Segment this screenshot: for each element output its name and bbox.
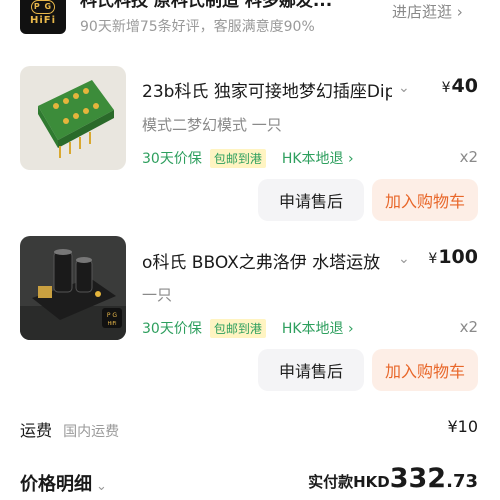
product-title[interactable]: o科氏 BBOX之弗洛伊 水塔运放	[142, 248, 392, 273]
apply-after-sale-button[interactable]: 申请售后	[258, 179, 364, 221]
shop-header: P G HiFi 科氏科技 原科氏制造 科多娜发... 90天新增75条好评，客…	[0, 0, 500, 44]
add-to-cart-button[interactable]: 加入购物车	[372, 179, 478, 221]
shipping-label: 运费	[20, 421, 53, 440]
price-protect-tag: 30天价保	[142, 321, 202, 337]
shipping-type: 国内运费	[63, 424, 120, 440]
price-detail-label: 价格明细	[20, 474, 92, 495]
total-integer: 332	[389, 463, 447, 494]
chevron-right-icon: ›	[348, 321, 354, 337]
product-quantity: x2	[459, 148, 478, 166]
visit-store-label: 进店逛逛	[392, 3, 453, 21]
shop-logo[interactable]: P G HiFi	[20, 0, 66, 34]
total-payment: 实付款HKD332.73	[308, 463, 478, 494]
dip8-socket-image	[20, 66, 126, 170]
product-image[interactable]: P G HiFi	[20, 236, 126, 340]
product-variant: 一只	[142, 286, 173, 304]
shop-logo-text-bottom: HiFi	[29, 15, 57, 26]
product-variant: 模式二梦幻模式 一只	[142, 116, 282, 134]
product-price: ¥40	[442, 75, 478, 97]
shop-logo-text-top: P G	[31, 0, 55, 14]
hk-return-label: HK本地退	[281, 151, 344, 167]
apply-after-sale-button[interactable]: 申请售后	[258, 349, 364, 391]
total-label: 实付款HKD	[308, 473, 390, 491]
svg-text:P G: P G	[107, 312, 118, 319]
shipping-fee: ¥10	[447, 417, 478, 436]
price-detail-toggle[interactable]: 价格明细 ⌄	[20, 470, 107, 496]
service-tags: 30天价保 包邮到港 HK本地退 ›	[142, 318, 354, 338]
price-value: 40	[451, 75, 478, 97]
free-shipping-tag: 包邮到港	[209, 148, 266, 168]
shipping-row: 运费 国内运费 ¥10	[20, 417, 480, 441]
chevron-down-icon[interactable]: ⌄	[398, 80, 410, 96]
visit-store-link[interactable]: 进店逛逛 ›	[392, 1, 463, 22]
chevron-right-icon: ›	[456, 3, 463, 21]
price-protect-tag: 30天价保	[142, 151, 202, 167]
price-currency: ¥	[441, 80, 451, 96]
service-tags: 30天价保 包邮到港 HK本地退 ›	[142, 148, 354, 168]
price-currency: ¥	[428, 251, 438, 267]
shop-rating-summary: 90天新增75条好评，客服满意度90%	[80, 19, 315, 35]
chevron-right-icon: ›	[348, 151, 354, 167]
hk-return-link[interactable]: HK本地退 ›	[282, 148, 354, 168]
product-price: ¥100	[428, 246, 478, 268]
shop-name[interactable]: 科氏科技 原科氏制造 科多娜发...	[80, 0, 380, 11]
chevron-down-icon[interactable]: ⌄	[398, 251, 410, 267]
price-value: 100	[438, 246, 478, 268]
product-quantity: x2	[459, 318, 478, 336]
product-image[interactable]	[20, 66, 126, 170]
free-shipping-tag: 包邮到港	[209, 318, 266, 338]
hk-return-link[interactable]: HK本地退 ›	[282, 318, 354, 338]
product-title[interactable]: 23b科氏 独家可接地梦幻插座Dip8	[142, 77, 392, 102]
chevron-down-icon: ⌄	[96, 479, 107, 494]
add-to-cart-button[interactable]: 加入购物车	[372, 349, 478, 391]
svg-text:HiFi: HiFi	[107, 321, 116, 327]
total-decimal: .73	[446, 471, 478, 492]
hk-return-label: HK本地退	[281, 321, 344, 337]
bbox-opamp-image: P G HiFi	[20, 236, 126, 340]
